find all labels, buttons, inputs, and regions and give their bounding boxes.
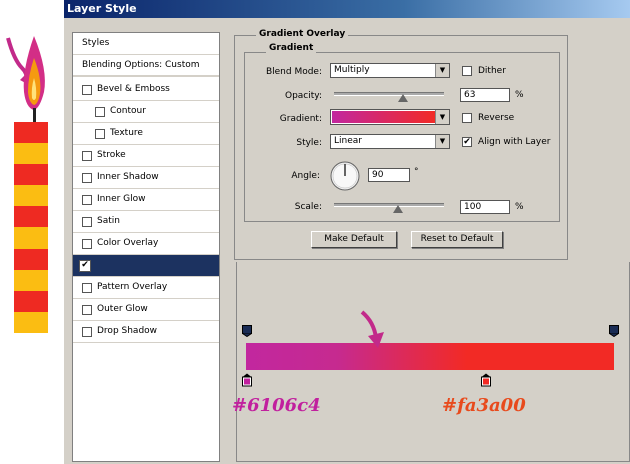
- blend-mode-label: Blend Mode:: [265, 67, 322, 77]
- styles-list-item-styles[interactable]: Styles: [73, 33, 219, 55]
- opacity-label: Opacity:: [285, 91, 322, 101]
- styles-list: Styles Blending Options: Custom Bevel & …: [72, 32, 220, 462]
- dither-checkbox[interactable]: [462, 66, 472, 76]
- chevron-down-icon[interactable]: ▼: [435, 110, 449, 124]
- color-stop-left-icon[interactable]: [242, 373, 252, 387]
- texture-checkbox[interactable]: [95, 129, 105, 139]
- drop-shadow-checkbox[interactable]: [82, 327, 92, 337]
- candle-body: [14, 122, 48, 333]
- angle-input[interactable]: 90: [368, 168, 410, 182]
- angle-dial-icon[interactable]: [329, 160, 361, 192]
- dither-label: Dither: [478, 66, 506, 76]
- angle-unit: °: [414, 167, 419, 177]
- bevel-emboss-checkbox[interactable]: [82, 85, 92, 95]
- style-value: Linear: [334, 136, 362, 146]
- blend-mode-select[interactable]: Multiply ▼: [330, 63, 450, 78]
- styles-list-label: Texture: [110, 128, 143, 138]
- scale-slider-track[interactable]: [334, 203, 444, 207]
- styles-list-label: Bevel & Emboss: [97, 84, 170, 94]
- layer-style-dialog: Layer Style Styles Blending Options: Cus…: [64, 0, 630, 464]
- styles-list-item-contour[interactable]: Contour: [73, 101, 219, 123]
- styles-list-item-stroke[interactable]: Stroke: [73, 145, 219, 167]
- dialog-title: Layer Style: [64, 0, 630, 18]
- styles-list-item-outer-glow[interactable]: Outer Glow: [73, 299, 219, 321]
- styles-list-item-bevel-emboss[interactable]: Bevel & Emboss: [73, 79, 219, 101]
- contour-checkbox[interactable]: [95, 107, 105, 117]
- style-select[interactable]: Linear ▼: [330, 134, 450, 149]
- inner-glow-checkbox[interactable]: [82, 195, 92, 205]
- styles-list-item-inner-shadow[interactable]: Inner Shadow: [73, 167, 219, 189]
- reverse-checkbox[interactable]: [462, 113, 472, 123]
- styles-list-item-color-overlay[interactable]: Color Overlay: [73, 233, 219, 255]
- scale-unit: %: [515, 202, 524, 212]
- styles-list-label: Styles: [82, 38, 110, 48]
- styles-list-label: Drop Shadow: [97, 326, 158, 336]
- style-label: Style:: [296, 138, 322, 148]
- scale-label: Scale:: [294, 202, 322, 212]
- styles-list-label: Pattern Overlay: [97, 282, 168, 292]
- satin-checkbox[interactable]: [82, 217, 92, 227]
- opacity-stop-left-icon[interactable]: [242, 325, 252, 337]
- scale-input[interactable]: 100: [460, 200, 510, 214]
- chevron-down-icon[interactable]: ▼: [435, 135, 449, 148]
- chevron-down-icon[interactable]: ▼: [435, 64, 449, 77]
- pattern-overlay-checkbox[interactable]: [82, 283, 92, 293]
- stroke-checkbox[interactable]: [82, 151, 92, 161]
- opacity-slider-thumb[interactable]: [398, 94, 409, 102]
- blend-mode-value: Multiply: [334, 65, 370, 75]
- color-stop-right-icon[interactable]: [481, 373, 491, 387]
- styles-list-item-drop-shadow[interactable]: Drop Shadow: [73, 321, 219, 343]
- styles-list-item-texture[interactable]: Texture: [73, 123, 219, 145]
- color-stop-left-hex: #6106c4: [232, 395, 321, 416]
- styles-list-item-gradient-overlay[interactable]: ✔: [73, 255, 219, 277]
- styles-list-item-satin[interactable]: Satin: [73, 211, 219, 233]
- inner-shadow-checkbox[interactable]: [82, 173, 92, 183]
- reset-to-default-button[interactable]: Reset to Default: [411, 231, 503, 248]
- outer-glow-checkbox[interactable]: [82, 305, 92, 315]
- gradient-overlay-heading: Gradient Overlay: [256, 29, 349, 39]
- styles-list-label: Inner Glow: [97, 194, 146, 204]
- styles-list-label: Outer Glow: [97, 304, 148, 314]
- opacity-input[interactable]: 63: [460, 88, 510, 102]
- align-with-layer-checkbox[interactable]: ✔: [462, 137, 472, 147]
- gradient-bar[interactable]: [246, 343, 614, 370]
- styles-list-label: Contour: [110, 106, 146, 116]
- reverse-label: Reverse: [478, 113, 515, 123]
- gradient-picker[interactable]: ▼: [330, 109, 450, 125]
- styles-list-label: Blending Options: Custom: [82, 60, 200, 70]
- styles-list-label: Stroke: [97, 150, 126, 160]
- arrow-pointer-icon: [360, 310, 384, 348]
- styles-list-label: Satin: [97, 216, 120, 226]
- make-default-button[interactable]: Make Default: [311, 231, 397, 248]
- opacity-stop-right-icon[interactable]: [609, 325, 619, 337]
- candle-flame-icon: [6, 36, 45, 122]
- gradient-group-heading: Gradient: [266, 43, 317, 53]
- styles-list-item-inner-glow[interactable]: Inner Glow: [73, 189, 219, 211]
- gradient-preview[interactable]: [332, 111, 436, 123]
- align-with-layer-label: Align with Layer: [478, 137, 551, 147]
- styles-list-item-blending-options[interactable]: Blending Options: Custom: [73, 55, 219, 77]
- styles-list-item-pattern-overlay[interactable]: Pattern Overlay: [73, 277, 219, 299]
- angle-label: Angle:: [291, 171, 320, 181]
- gradient-label: Gradient:: [279, 114, 322, 124]
- opacity-slider-track[interactable]: [334, 92, 444, 96]
- scale-slider-thumb[interactable]: [392, 205, 403, 213]
- styles-list-label: Color Overlay: [97, 238, 159, 248]
- opacity-unit: %: [515, 90, 524, 100]
- color-overlay-checkbox[interactable]: [82, 239, 92, 249]
- gradient-overlay-checkbox[interactable]: ✔: [79, 260, 91, 272]
- styles-list-label: Inner Shadow: [97, 172, 159, 182]
- color-stop-right-hex: #fa3a00: [442, 395, 526, 416]
